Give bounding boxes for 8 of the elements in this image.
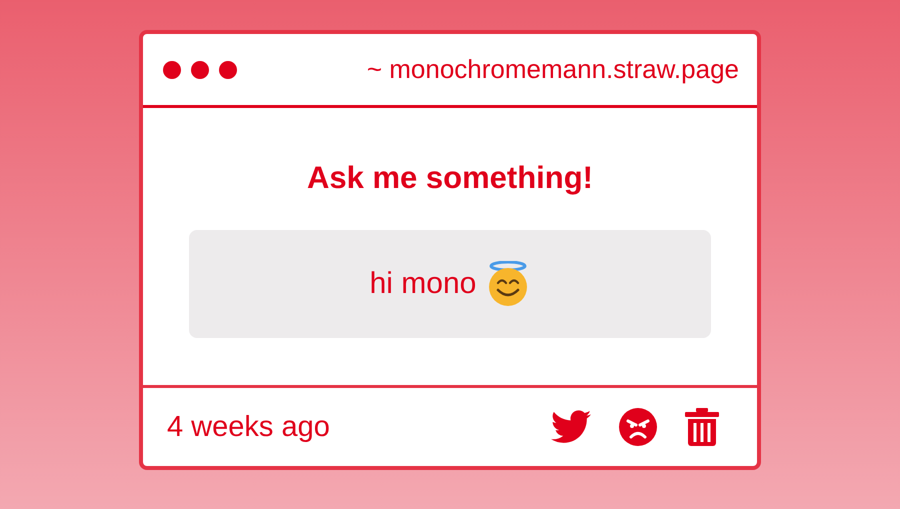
page-url: ~ monochromemann.straw.page <box>366 54 739 85</box>
message-text: hi mono <box>370 267 476 301</box>
card-heading: Ask me something! <box>307 160 593 196</box>
bird-icon[interactable] <box>551 410 591 444</box>
angry-face-icon[interactable] <box>619 408 657 446</box>
time-ago: 4 weeks ago <box>167 410 330 444</box>
window-dots-icon <box>163 60 237 80</box>
trash-icon[interactable] <box>685 408 719 446</box>
